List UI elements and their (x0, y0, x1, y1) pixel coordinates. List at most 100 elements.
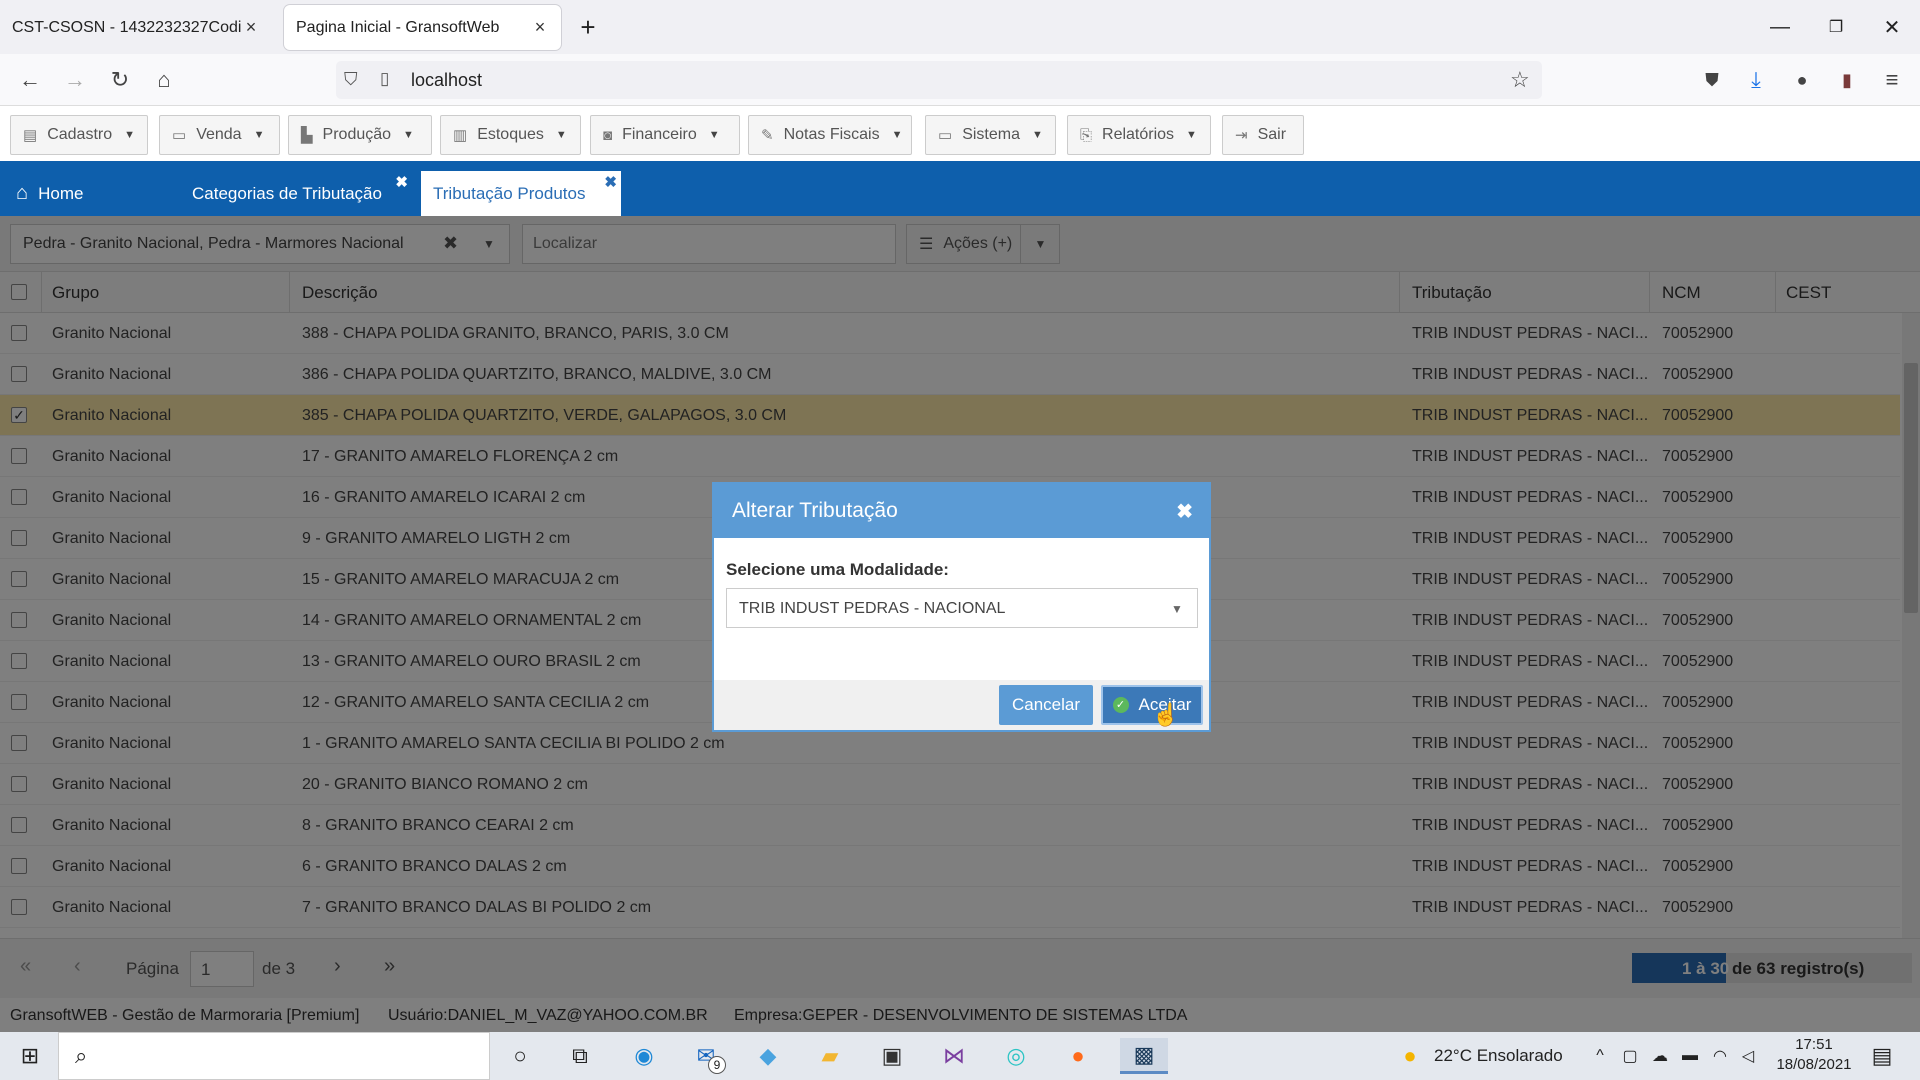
caret-down-icon: ▼ (891, 129, 903, 141)
menu-label: Financeiro (622, 126, 697, 143)
browser-tab-bar: CST-CSOSN - 1432232327Codigo d × Pagina … (0, 0, 1920, 54)
url-bar[interactable]: ⛉ ▯ localhost ☆ (336, 61, 1542, 99)
close-tab-icon[interactable]: ✖ (604, 173, 617, 191)
sign-out-icon: ⇥ (1235, 127, 1248, 144)
browser-tab-cst[interactable]: CST-CSOSN - 1432232327Codigo d × (0, 5, 272, 50)
close-window-icon[interactable]: ✕ (1872, 10, 1912, 44)
gransoft-app-icon[interactable]: ▩ (1120, 1038, 1168, 1074)
edge-icon[interactable]: ◉ (624, 1038, 664, 1074)
dialog-footer: Cancelar ✓ Aceitar (714, 680, 1209, 730)
search-icon: ⌕ (75, 1043, 88, 1068)
page-icon: ▯ (380, 69, 390, 88)
account-icon[interactable]: ● (1786, 64, 1818, 96)
tab-label: Tributação Produtos (433, 183, 586, 203)
task-view-icon[interactable]: ⧉ (560, 1038, 600, 1074)
cancel-button[interactable]: Cancelar (999, 685, 1093, 725)
close-tab-icon[interactable]: × (531, 17, 549, 38)
caret-down-icon: ▼ (555, 129, 567, 141)
menu-icon[interactable]: ≡ (1876, 64, 1908, 96)
edit-icon: ✎ (761, 127, 774, 144)
pocket-icon[interactable]: ⛊ (1696, 64, 1728, 96)
menu-label: Produção (322, 126, 392, 143)
download-icon[interactable]: ⤓ (1740, 64, 1772, 96)
forward-icon[interactable]: → (59, 64, 91, 96)
menu-estoques[interactable]: ▥ Estoques ▼ (440, 115, 581, 155)
close-dialog-icon[interactable]: ✖ (1176, 499, 1193, 524)
url-text: localhost (411, 70, 483, 90)
money-icon: ◙ (603, 126, 613, 144)
caret-down-icon: ▼ (1031, 129, 1043, 141)
dialog-body: Selecione uma Modalidade: TRIB INDUST PE… (714, 538, 1209, 662)
alterar-tributacao-dialog: Alterar Tributação ✖ Selecione uma Modal… (712, 482, 1211, 732)
firefox-icon[interactable]: ● (1058, 1038, 1098, 1074)
tab-tributacao-produtos[interactable]: Tributação Produtos ✖ (421, 171, 621, 216)
menu-sair[interactable]: ⇥ Sair (1222, 115, 1304, 155)
clock-date: 18/08/2021 (1776, 1056, 1852, 1073)
restore-icon[interactable]: ❐ (1816, 10, 1856, 44)
laptop-icon: ▭ (938, 127, 953, 144)
windows-taskbar: ⊞ ⌕ ○ ⧉ ◉ ✉ 9 ◆ ▰ ▣ ⋈ ◎ ● ▩ ● 22°C Ensola… (0, 1032, 1920, 1080)
windows-start-icon[interactable]: ⊞ (10, 1038, 50, 1074)
tab-home[interactable]: ⌂ Home (4, 171, 95, 216)
close-tab-icon[interactable]: ✖ (395, 173, 408, 191)
modalidade-label: Selecione uma Modalidade: (726, 560, 949, 579)
clock[interactable]: 17:51 18/08/2021 (1770, 1036, 1858, 1073)
visual-studio-icon[interactable]: ⋈ (934, 1038, 974, 1074)
tab-categorias-tributacao[interactable]: Categorias de Tributação ✖ (180, 171, 412, 216)
menu-producao[interactable]: ▙ Produção ▼ (288, 115, 432, 155)
report-icon: ⎘ (1080, 126, 1093, 144)
weather-sun-icon[interactable]: ● (1390, 1038, 1430, 1074)
taskbar-search-box[interactable]: ⌕ (58, 1032, 490, 1080)
caret-down-icon: ▼ (124, 129, 135, 141)
file-explorer-icon[interactable]: ▰ (810, 1038, 850, 1074)
caret-down-icon: ▼ (708, 129, 720, 141)
mouse-cursor-icon: ☝ (1152, 702, 1180, 727)
browser-tab-title: CST-CSOSN - 1432232327Codigo d (12, 18, 242, 36)
shield-icon[interactable]: ⛉ (344, 69, 358, 90)
mail-badge: 9 (708, 1056, 726, 1074)
volume-icon[interactable]: ◁ (1728, 1038, 1768, 1074)
dialog-header: Alterar Tributação ✖ (714, 484, 1209, 538)
new-tab-icon[interactable]: + (568, 10, 608, 44)
modalidade-value: TRIB INDUST PEDRAS - NACIONAL (739, 600, 1006, 617)
cortana-icon[interactable]: ○ (500, 1038, 540, 1074)
menu-label: Notas Fiscais (783, 126, 880, 143)
app-menu-bar: ▤ Cadastro ▼ ▭ Venda ▼ ▙ Produção ▼ ▥ Estoques ▼… (0, 106, 1920, 160)
menu-cadastro[interactable]: ▤ Cadastro ▼ (10, 115, 148, 155)
menu-label: Relatórios (1102, 126, 1175, 143)
menu-venda[interactable]: ▭ Venda ▼ (159, 115, 280, 155)
store-icon[interactable]: ▣ (872, 1038, 912, 1074)
browser-tab-title: Pagina Inicial - GransoftWeb (296, 18, 500, 36)
menu-label: Cadastro (47, 126, 113, 143)
caret-down-icon: ▼ (253, 129, 265, 141)
menu-notas-fiscais[interactable]: ✎ Notas Fiscais ▼ (748, 115, 912, 155)
mail-icon[interactable]: ✉ 9 (686, 1038, 726, 1074)
barcode-icon: ▥ (453, 127, 468, 144)
minimize-icon[interactable]: — (1760, 10, 1800, 44)
menu-financeiro[interactable]: ◙ Financeiro ▼ (590, 115, 740, 155)
back-icon[interactable]: ← (14, 64, 46, 96)
chat-app-icon[interactable]: ◎ (996, 1038, 1036, 1074)
caret-down-icon: ▼ (1171, 602, 1183, 616)
tab-label: Categorias de Tributação (192, 183, 382, 203)
bar-chart-icon: ▙ (301, 127, 313, 144)
menu-label: Sistema (962, 126, 1020, 143)
menu-label: Sair (1257, 126, 1287, 143)
menu-sistema[interactable]: ▭ Sistema ▼ (925, 115, 1056, 155)
bookmark-star-icon[interactable]: ☆ (1510, 67, 1530, 93)
notifications-icon[interactable]: ▤ (1862, 1038, 1902, 1074)
dialog-title: Alterar Tributação (732, 499, 898, 522)
app-icon[interactable]: ◆ (748, 1038, 788, 1074)
document-icon: ▤ (23, 127, 38, 144)
menu-label: Estoques (477, 126, 544, 143)
modalidade-select[interactable]: TRIB INDUST PEDRAS - NACIONAL ▼ (726, 588, 1198, 628)
home-icon[interactable]: ⌂ (148, 64, 180, 96)
extension-icon[interactable]: ▮ (1831, 64, 1863, 96)
app-tab-bar: ⌂ Home Categorias de Tributação ✖ Tributaç… (0, 161, 1920, 216)
weather-text[interactable]: 22°C Ensolarado (1434, 1046, 1563, 1066)
close-tab-icon[interactable]: × (242, 17, 260, 38)
reload-icon[interactable]: ↻ (104, 64, 136, 96)
browser-tab-gransoft[interactable]: Pagina Inicial - GransoftWeb × (284, 5, 561, 50)
menu-label: Venda (196, 126, 242, 143)
menu-relatorios[interactable]: ⎘ Relatórios ▼ (1067, 115, 1211, 155)
